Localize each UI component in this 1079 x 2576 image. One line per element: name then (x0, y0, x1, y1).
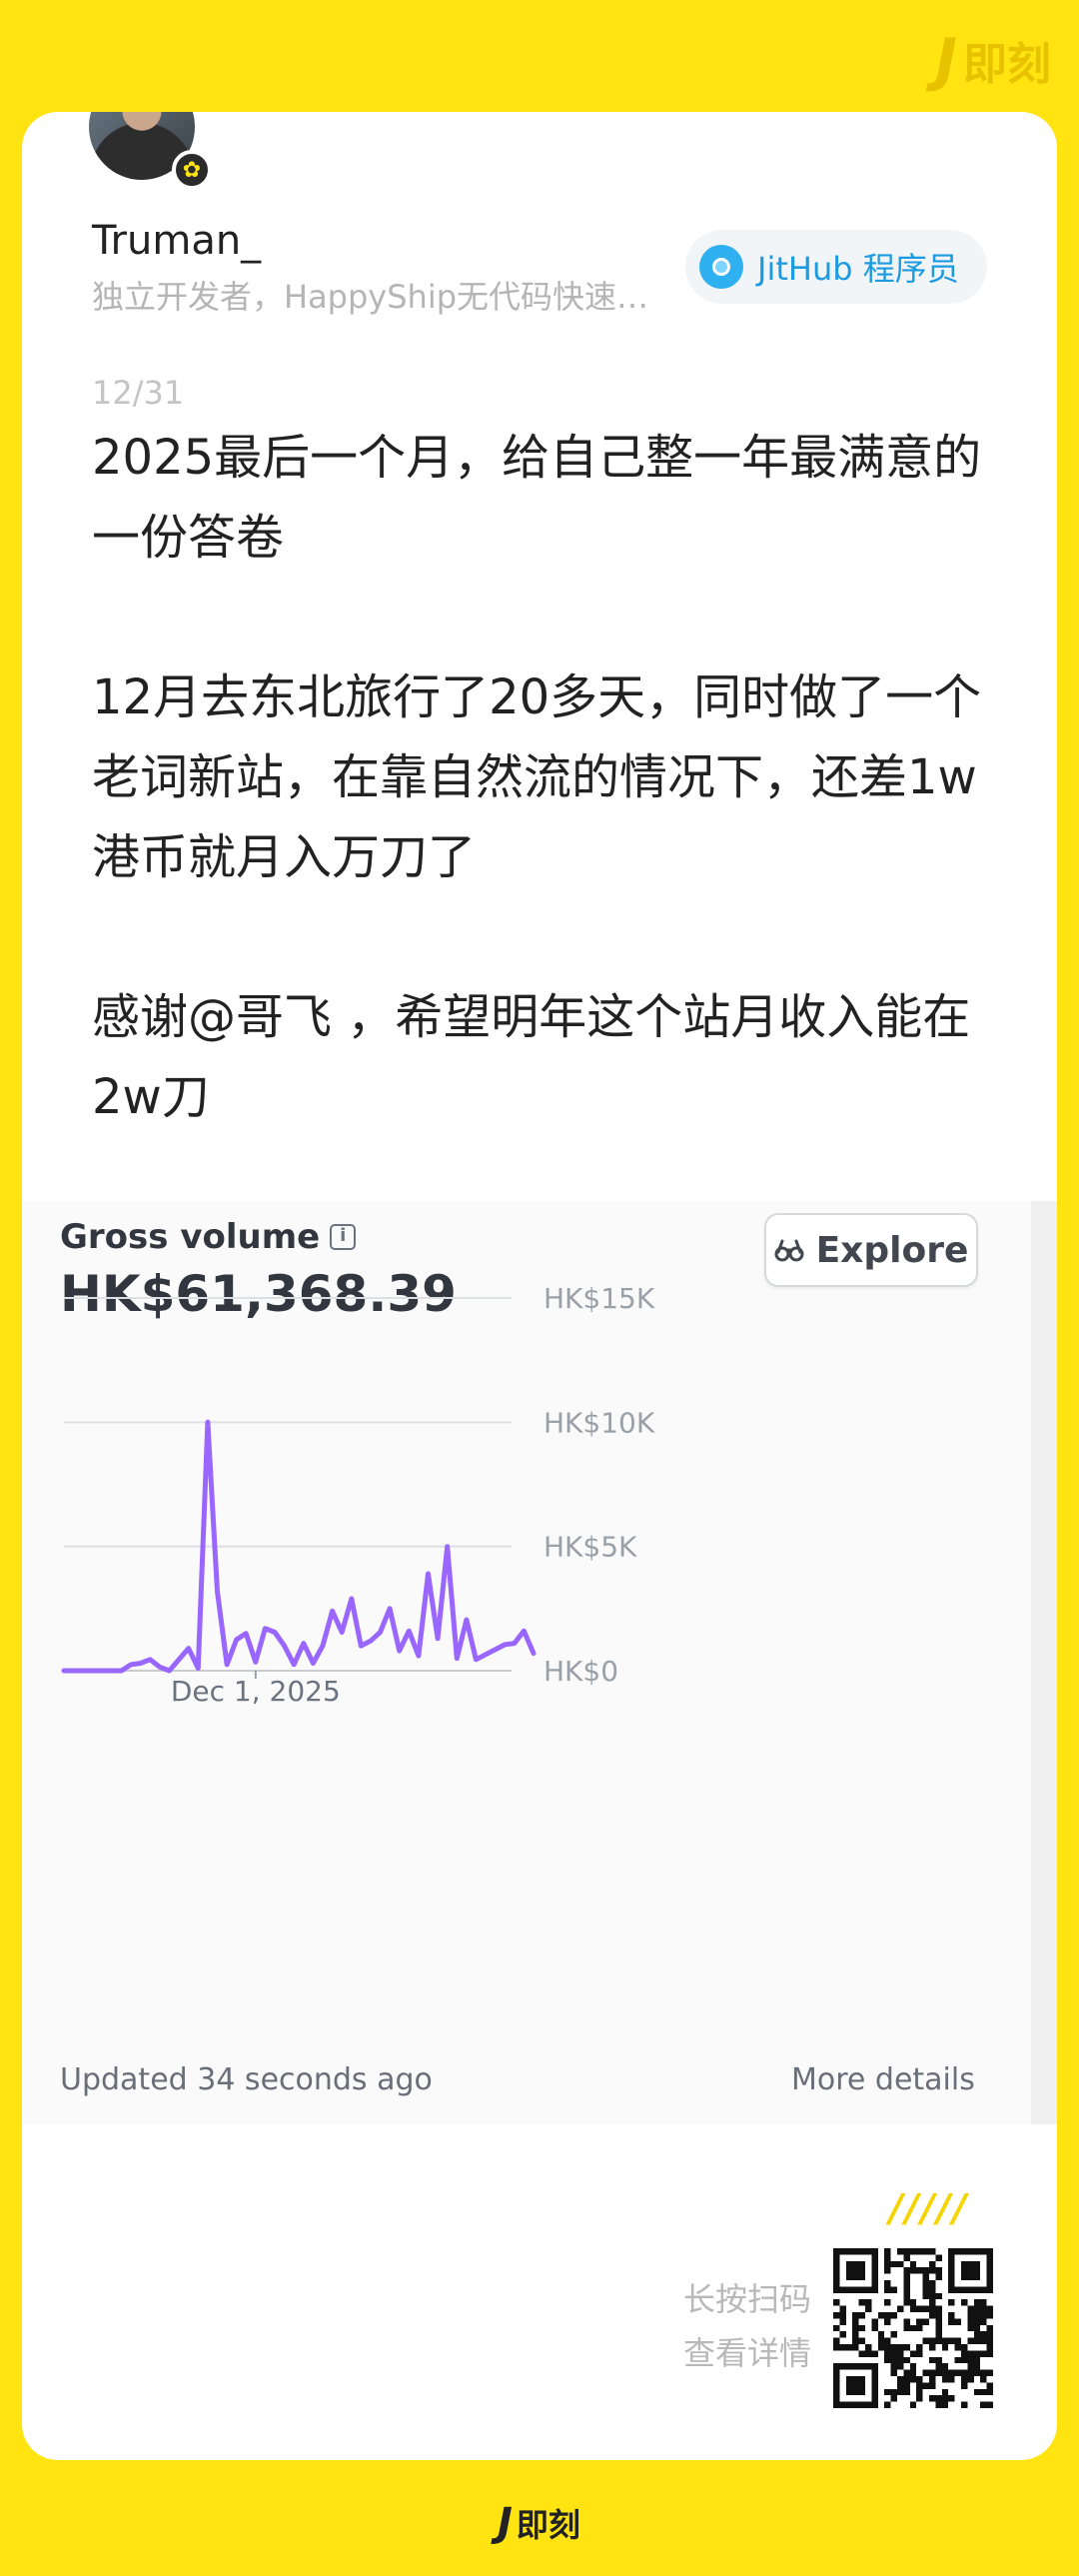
username[interactable]: Truman_ (92, 218, 261, 264)
brand-mark: J (935, 26, 957, 94)
post-body: 2025最后一个月，给自己整一年最满意的一份答卷 12月去东北旅行了20多天，同… (92, 418, 1011, 1137)
post-paragraph: 12月去东北旅行了20多天，同时做了一个老词新站，在靠自然流的情况下，还差1w港… (92, 669, 982, 885)
x-tick-label: Dec 1, 2025 (171, 1675, 341, 1708)
qr-code[interactable] (833, 2248, 993, 2408)
brand-logo-bottom: J 即刻 (498, 2500, 580, 2546)
topic-icon (699, 245, 743, 289)
topic-label: JitHub 程序员 (757, 250, 959, 288)
y-tick-label: HK$5K (543, 1531, 637, 1564)
brand-name-bottom: 即刻 (516, 2506, 580, 2544)
y-tick-label: HK$15K (543, 1282, 655, 1315)
updated-text: Updated 34 seconds ago (60, 2062, 433, 2097)
gross-volume-chart: HK$15K HK$10K HK$5K HK$0 Dec 1, 2025 (61, 1282, 655, 1708)
brand-name: 即刻 (963, 39, 1051, 90)
decorative-slashes: ///// (889, 2186, 969, 2230)
post-paragraph: 2025最后一个月，给自己整一年最满意的一份答卷 (92, 430, 982, 566)
y-tick-label: HK$10K (543, 1406, 655, 1439)
brand-mark-bottom: J (498, 2500, 513, 2546)
post-date: 12/31 (92, 374, 185, 412)
post-card: ✿ Truman_ 独立开发者，HappyShip无代码快速出海特训营主理人 J… (22, 112, 1057, 2460)
scan-hint-line1: 长按扫码 (682, 2280, 811, 2318)
topic-tag[interactable]: JitHub 程序员 (685, 230, 987, 304)
dashboard-screenshot: Gross volume i HK$61,368.39 Explore HK$1… (22, 1201, 1057, 2124)
post-paragraph: 感谢@哥飞 ，希望明年这个站月收入能在2w刀 (92, 989, 971, 1125)
badge-icon: ✿ (172, 150, 212, 190)
y-tick-label: HK$0 (543, 1655, 618, 1688)
scan-hint: 长按扫码 查看详情 (661, 2272, 811, 2380)
user-bio: 独立开发者，HappyShip无代码快速出海特训营主理人 (92, 278, 671, 316)
more-details-link: More details (791, 2062, 975, 2097)
brand-logo-top: J 即刻 (935, 26, 1051, 94)
scan-hint-line2: 查看详情 (682, 2334, 811, 2372)
